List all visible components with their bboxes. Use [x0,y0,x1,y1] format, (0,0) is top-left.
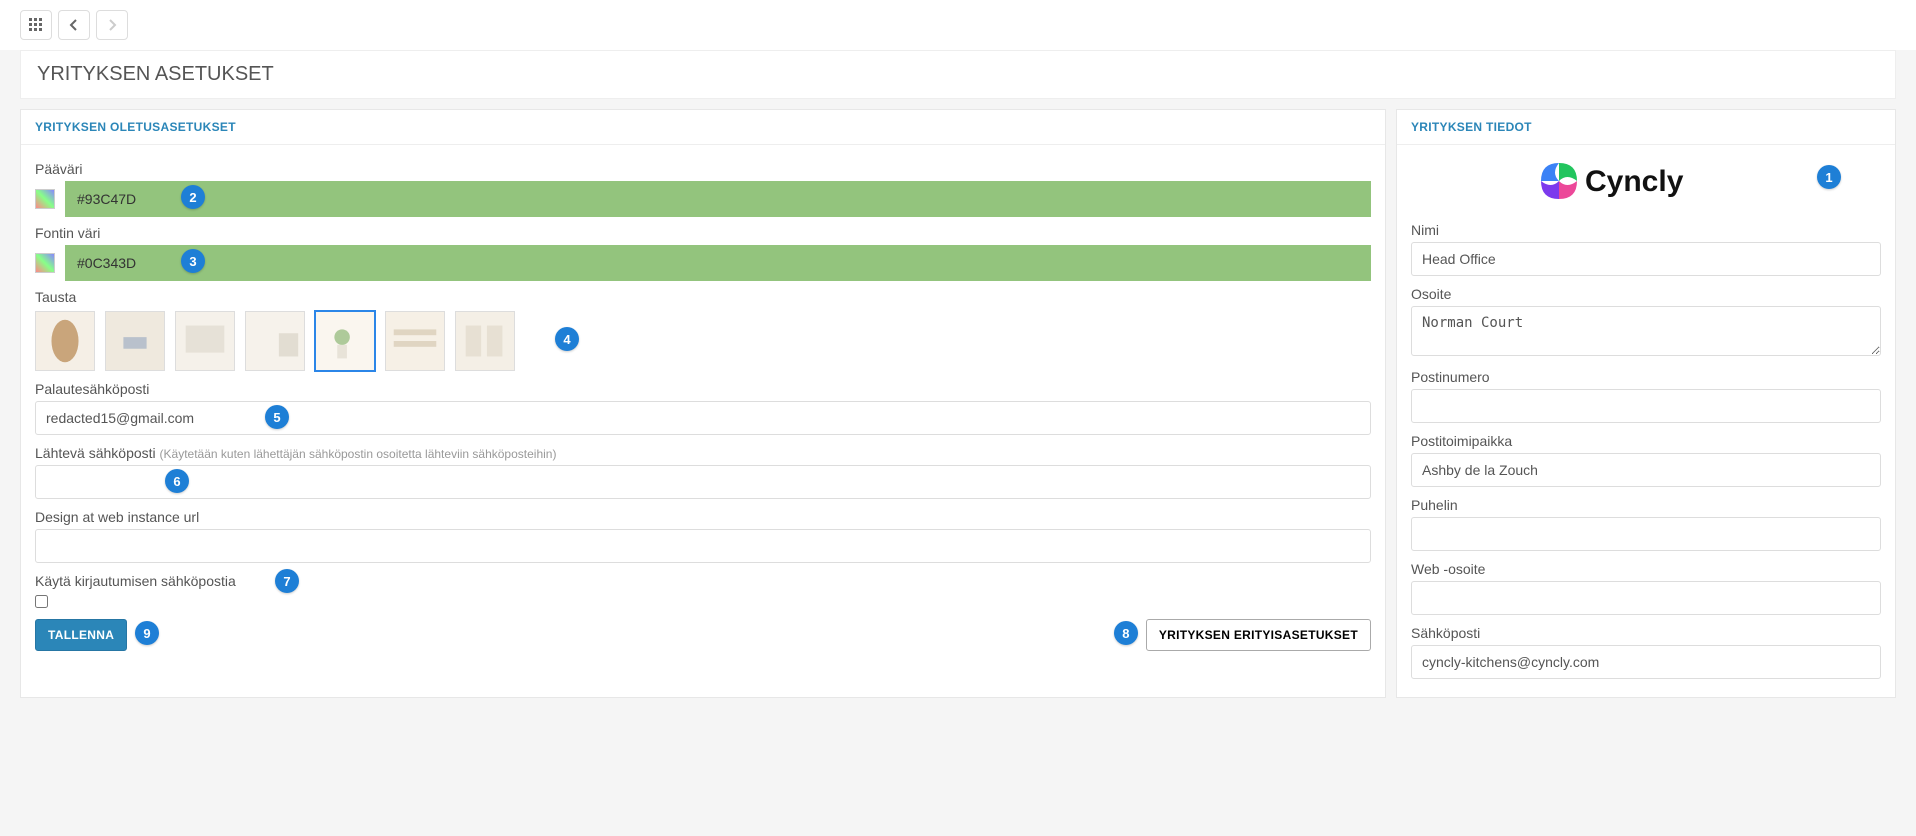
background-thumb-5[interactable] [385,311,445,371]
name-input[interactable] [1411,242,1881,276]
outgoing-email-hint: (Käytetään kuten lähettäjän sähköpostin … [160,447,557,461]
background-thumb-0[interactable] [35,311,95,371]
use-login-email-checkbox[interactable] [35,595,48,608]
address-label: Osoite [1411,286,1881,302]
background-label: Tausta [35,289,1371,305]
city-input[interactable] [1411,453,1881,487]
annotation-3: 3 [181,249,205,273]
annotation-8: 8 [1114,621,1138,645]
background-thumb-1[interactable] [105,311,165,371]
annotation-4: 4 [555,327,579,351]
color-picker-icon[interactable] [35,253,55,273]
primary-color-label: Pääväri [35,161,1371,177]
background-thumb-2[interactable] [175,311,235,371]
website-label: Web -osoite [1411,561,1881,577]
forward-button [96,10,128,40]
outgoing-email-input[interactable] [35,465,1371,499]
apps-icon[interactable] [20,10,52,40]
outgoing-email-label-text: Lähtevä sähköposti [35,445,156,461]
annotation-6: 6 [165,469,189,493]
color-picker-icon[interactable] [35,189,55,209]
phone-label: Puhelin [1411,497,1881,513]
email-input[interactable] [1411,645,1881,679]
annotation-9: 9 [135,621,159,645]
brand-logo: Cyncly [1541,159,1751,203]
phone-input[interactable] [1411,517,1881,551]
special-settings-button[interactable]: YRITYKSEN ERITYISASETUKSET [1146,619,1371,651]
feedback-email-input[interactable] [35,401,1371,435]
font-color-input[interactable] [65,245,1371,281]
background-thumb-6[interactable] [455,311,515,371]
use-login-email-label: Käytä kirjautumisen sähköpostia 7 [35,573,1371,589]
address-input[interactable] [1411,306,1881,356]
outgoing-email-label: Lähtevä sähköposti (Käytetään kuten lähe… [35,445,1371,461]
website-input[interactable] [1411,581,1881,615]
svg-text:Cyncly: Cyncly [1585,165,1684,198]
details-header: YRITYKSEN TIEDOT [1397,110,1895,145]
annotation-2: 2 [181,185,205,209]
save-button[interactable]: TALLENNA [35,619,127,651]
background-thumb-4[interactable] [315,311,375,371]
annotation-1: 1 [1817,165,1841,189]
defaults-header: YRITYKSEN OLETUSASETUKSET [21,110,1385,145]
design-url-input[interactable] [35,529,1371,563]
email-label: Sähköposti [1411,625,1881,641]
page-title: YRITYKSEN ASETUKSET [20,50,1896,99]
background-thumb-3[interactable] [245,311,305,371]
postal-code-label: Postinumero [1411,369,1881,385]
annotation-7: 7 [275,569,299,593]
name-label: Nimi [1411,222,1881,238]
annotation-5: 5 [265,405,289,429]
font-color-label: Fontin väri [35,225,1371,241]
city-label: Postitoimipaikka [1411,433,1881,449]
postal-code-input[interactable] [1411,389,1881,423]
primary-color-input[interactable] [65,181,1371,217]
back-button[interactable] [58,10,90,40]
design-url-label: Design at web instance url [35,509,1371,525]
feedback-email-label: Palautesähköposti [35,381,1371,397]
